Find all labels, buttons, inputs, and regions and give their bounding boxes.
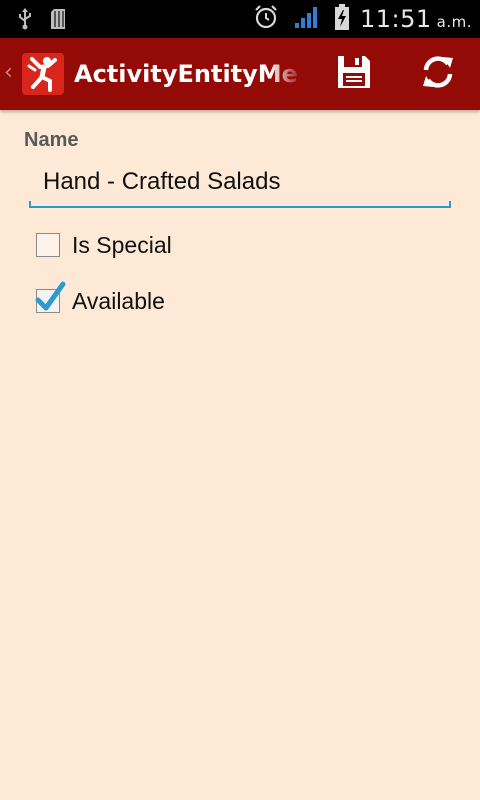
available-label[interactable]: Available bbox=[72, 288, 165, 315]
name-field[interactable]: Hand - Crafted Salads bbox=[29, 160, 451, 208]
title-fade bbox=[270, 52, 302, 96]
clock-time: 11:51 bbox=[359, 5, 432, 33]
notification-icons bbox=[18, 8, 66, 34]
clock: 11:51 a.m. bbox=[360, 5, 472, 33]
up-caret-icon[interactable]: ‹ bbox=[4, 60, 13, 85]
name-field-underline bbox=[29, 206, 451, 208]
form-content: Name Hand - Crafted Salads Is Special Av… bbox=[0, 110, 480, 800]
clock-ampm: a.m. bbox=[436, 13, 472, 31]
floppy-disk-icon bbox=[336, 54, 372, 94]
signal-icon bbox=[294, 5, 320, 33]
is-special-row[interactable]: Is Special bbox=[36, 228, 172, 262]
is-special-label[interactable]: Is Special bbox=[72, 232, 172, 259]
usb-icon bbox=[18, 8, 32, 34]
is-special-checkbox[interactable] bbox=[36, 233, 60, 257]
alarm-icon bbox=[254, 5, 278, 33]
checkmark-icon bbox=[35, 281, 66, 311]
status-icons: 11:51 a.m. bbox=[254, 0, 472, 38]
name-field-tick-right bbox=[449, 201, 451, 208]
available-row[interactable]: Available bbox=[35, 281, 165, 318]
action-bar-title: ActivityEntityMenu bbox=[74, 60, 300, 88]
save-button[interactable] bbox=[318, 38, 390, 110]
app-logo-icon[interactable] bbox=[22, 53, 64, 95]
battery-charging-icon bbox=[334, 4, 350, 34]
status-bar: 11:51 a.m. bbox=[0, 0, 480, 38]
name-field-tick-left bbox=[29, 201, 31, 208]
available-checkbox[interactable] bbox=[35, 281, 66, 313]
name-label: Name bbox=[24, 129, 79, 151]
refresh-button[interactable] bbox=[402, 38, 474, 110]
sd-card-icon bbox=[50, 9, 66, 33]
refresh-icon bbox=[419, 53, 457, 95]
name-field-value[interactable]: Hand - Crafted Salads bbox=[43, 168, 280, 196]
action-bar: ‹ ActivityEntityMenu bbox=[0, 38, 480, 110]
